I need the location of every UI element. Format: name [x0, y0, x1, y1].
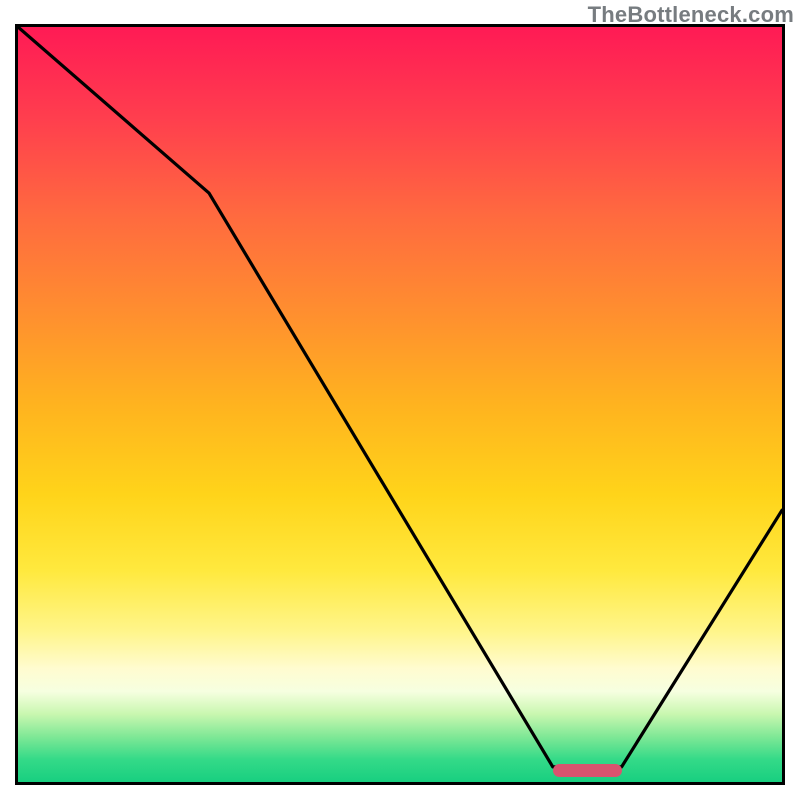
chart-canvas: TheBottleneck.com: [0, 0, 800, 800]
curve-svg: [18, 27, 782, 782]
optimum-marker: [553, 764, 622, 777]
plot-area: [18, 27, 782, 782]
plot-frame: [15, 24, 785, 785]
bottleneck-curve-path: [18, 27, 782, 767]
